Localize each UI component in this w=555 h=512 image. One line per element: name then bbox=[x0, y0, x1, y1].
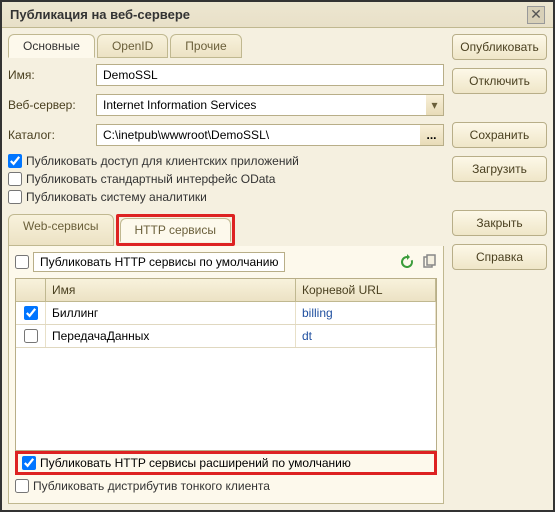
catalog-label: Каталог: bbox=[8, 128, 88, 142]
row-checkbox[interactable] bbox=[24, 329, 38, 343]
thin-client-label: Публиковать дистрибутив тонкого клиента bbox=[33, 479, 270, 493]
refresh-icon[interactable] bbox=[399, 254, 415, 270]
tab-openid[interactable]: OpenID bbox=[97, 34, 168, 58]
chevron-down-icon[interactable]: ▾ bbox=[426, 94, 444, 116]
table-row[interactable]: Биллинг billing bbox=[16, 302, 436, 325]
chk-analytics[interactable] bbox=[8, 190, 22, 204]
chk-odata[interactable] bbox=[8, 172, 22, 186]
row-checkbox[interactable] bbox=[24, 306, 38, 320]
chk-client-access-label: Публиковать доступ для клиентских прилож… bbox=[26, 154, 299, 168]
catalog-input[interactable] bbox=[96, 124, 420, 146]
chk-odata-label: Публиковать стандартный интерфейс OData bbox=[26, 172, 275, 186]
copy-icon[interactable] bbox=[421, 254, 437, 270]
col-name: Имя bbox=[46, 279, 296, 301]
col-url: Корневой URL bbox=[296, 279, 436, 301]
inner-tab-ws[interactable]: Web-сервисы bbox=[8, 214, 114, 246]
chk-analytics-label: Публиковать систему аналитики bbox=[26, 190, 207, 204]
titlebar: Публикация на веб-сервере ✕ bbox=[2, 2, 553, 28]
tab-main[interactable]: Основные bbox=[8, 34, 95, 58]
load-button[interactable]: Загрузить bbox=[452, 156, 547, 182]
window-title: Публикация на веб-сервере bbox=[10, 7, 527, 22]
publish-button[interactable]: Опубликовать bbox=[452, 34, 547, 60]
col-check bbox=[16, 279, 46, 301]
name-label: Имя: bbox=[8, 68, 88, 82]
disconnect-button[interactable]: Отключить bbox=[452, 68, 547, 94]
name-input[interactable] bbox=[96, 64, 444, 86]
chk-thin-client[interactable] bbox=[15, 479, 29, 493]
row-url: dt bbox=[296, 325, 436, 347]
main-tabs: Основные OpenID Прочие bbox=[8, 34, 444, 58]
row-url: billing bbox=[296, 302, 436, 324]
server-label: Веб-сервер: bbox=[8, 98, 88, 112]
table-row[interactable]: ПередачаДанных dt bbox=[16, 325, 436, 348]
help-button[interactable]: Справка bbox=[452, 244, 547, 270]
tab-other[interactable]: Прочие bbox=[170, 34, 241, 58]
row-name: ПередачаДанных bbox=[46, 325, 296, 347]
close-icon[interactable]: ✕ bbox=[527, 6, 545, 24]
http-services-table: Имя Корневой URL Биллинг billing Передач… bbox=[15, 278, 437, 451]
highlight-ext-default: Публиковать HTTP сервисы расширений по у… bbox=[15, 451, 437, 475]
ext-default-label: Публиковать HTTP сервисы расширений по у… bbox=[40, 456, 351, 470]
http-default-label: Публиковать HTTP сервисы по умолчанию bbox=[33, 252, 285, 272]
chk-http-default[interactable] bbox=[15, 255, 29, 269]
chk-ext-default[interactable] bbox=[22, 456, 36, 470]
catalog-browse-button[interactable]: ... bbox=[420, 124, 444, 146]
row-name: Биллинг bbox=[46, 302, 296, 324]
close-button[interactable]: Закрыть bbox=[452, 210, 547, 236]
highlight-http-tab: HTTP сервисы bbox=[116, 214, 236, 246]
save-button[interactable]: Сохранить bbox=[452, 122, 547, 148]
chk-client-access[interactable] bbox=[8, 154, 22, 168]
inner-tab-http[interactable]: HTTP сервисы bbox=[120, 218, 232, 242]
server-select[interactable] bbox=[96, 94, 426, 116]
